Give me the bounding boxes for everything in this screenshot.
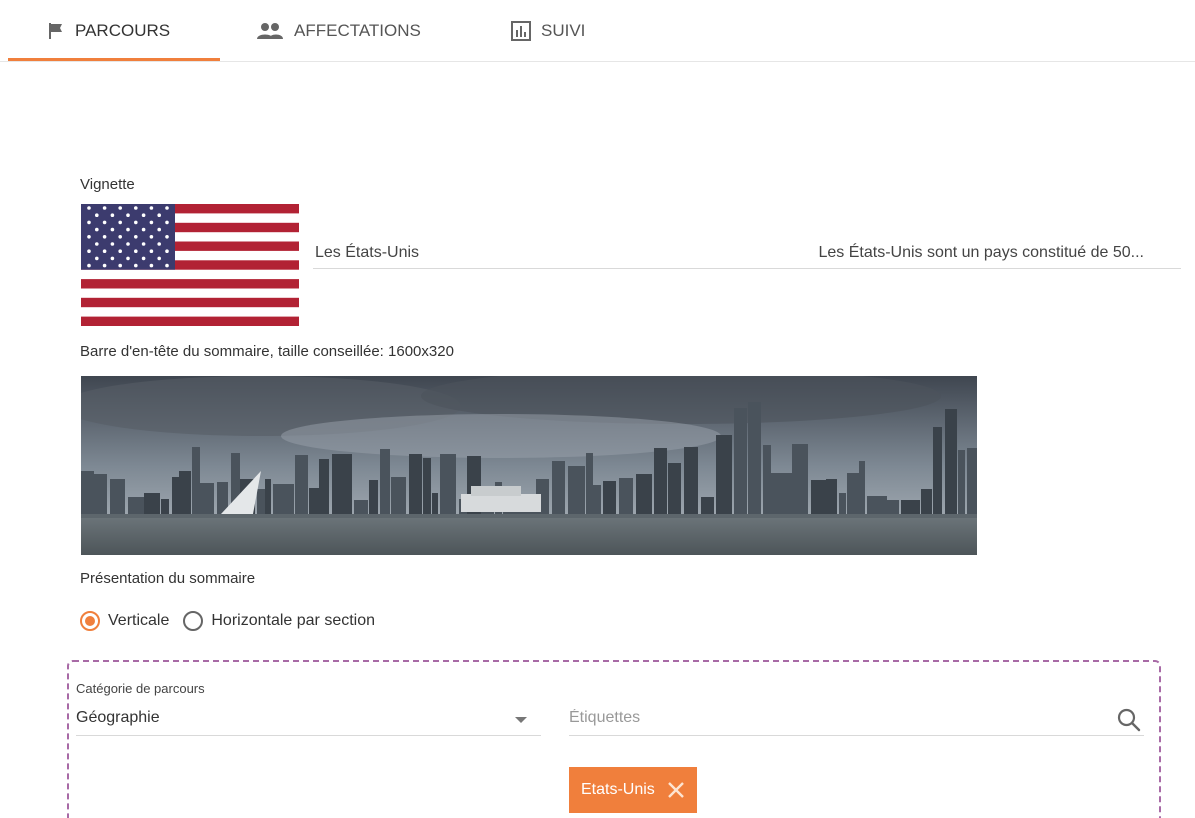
tags-input[interactable]	[569, 703, 1099, 733]
radio-verticale-label[interactable]: Verticale	[108, 612, 169, 630]
category-value: Géographie	[76, 709, 160, 726]
users-icon	[256, 22, 284, 40]
tab-affectations[interactable]: AFFECTATIONS	[256, 0, 421, 62]
course-title[interactable]: Les États-Unis	[315, 244, 419, 262]
tag-chip: Etats-Unis	[569, 767, 697, 813]
banner-image[interactable]	[81, 376, 977, 555]
thumbnail-label: Vignette	[80, 176, 135, 193]
close-icon[interactable]	[667, 781, 685, 799]
flag-icon	[47, 22, 65, 40]
tab-parcours[interactable]: PARCOURS	[47, 0, 170, 62]
banner-label: Barre d'en-tête du sommaire, taille cons…	[80, 343, 454, 360]
chart-icon	[511, 21, 531, 41]
layout-label: Présentation du sommaire	[80, 570, 256, 587]
radio-horizontale[interactable]	[183, 611, 204, 631]
radio-verticale[interactable]	[80, 611, 100, 631]
tags-field	[569, 703, 1144, 736]
course-description[interactable]: Les États-Unis sont un pays constitué de…	[818, 244, 1144, 262]
thumbnail-image[interactable]	[81, 204, 299, 326]
tab-suivi[interactable]: SUIVI	[511, 0, 585, 62]
radio-horizontale-label[interactable]: Horizontale par section	[211, 612, 375, 630]
layout-radio-group: Verticale Horizontale par section	[80, 609, 389, 633]
active-tab-indicator	[8, 58, 220, 61]
tag-chip-label: Etats-Unis	[581, 781, 655, 798]
chevron-down-icon	[515, 717, 527, 723]
search-icon[interactable]	[1116, 707, 1142, 738]
thumbnail-title-row: Les États-Unis Les États-Unis sont un pa…	[313, 235, 1181, 269]
category-select[interactable]: Géographie	[76, 703, 541, 736]
tab-suivi-label: SUIVI	[541, 21, 586, 40]
tab-bar: PARCOURS AFFECTATIONS SUIVI	[0, 0, 1195, 62]
tab-parcours-label: PARCOURS	[75, 21, 171, 40]
tab-affectations-label: AFFECTATIONS	[294, 21, 421, 40]
category-label: Catégorie de parcours	[76, 681, 205, 696]
